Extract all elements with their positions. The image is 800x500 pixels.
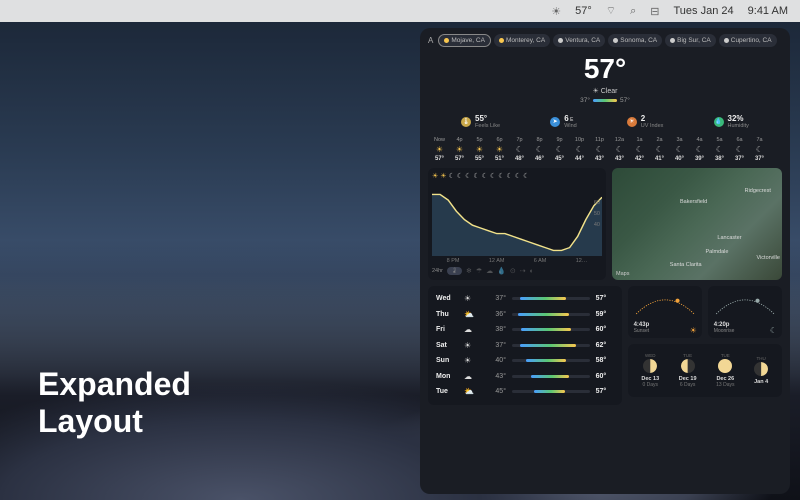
map-city-ridgecrest: Ridgecrest bbox=[745, 188, 771, 194]
daily-row[interactable]: Thu⛅36°59° bbox=[436, 307, 614, 323]
map-city-santa-clarita: Santa Clarita bbox=[670, 262, 702, 268]
control-center-icon[interactable]: ⊟ bbox=[650, 5, 659, 18]
chart-mode-icon[interactable]: ❄ bbox=[466, 267, 472, 275]
tab-ventura-ca[interactable]: Ventura, CA bbox=[553, 34, 605, 47]
chart-temp-toggle[interactable]: 🌡 bbox=[447, 267, 462, 275]
chart-controls: 24hr 🌡 ❄ ☂ ☁ 💧 ⊙ ⇢ ◐ bbox=[432, 267, 602, 275]
hourly-forecast[interactable]: Now☀57°4p☀57°5p☀55°6p☀51°7p☾48°8p☾46°9p☾… bbox=[428, 137, 782, 162]
current-conditions: 57° ☀ Clear 37°57° bbox=[428, 53, 782, 104]
font-size-control[interactable]: A bbox=[428, 36, 433, 45]
menubar-temp[interactable]: 57° bbox=[575, 5, 592, 17]
metric-icon: 🌡 bbox=[461, 117, 471, 127]
metric-icon: ☀ bbox=[627, 117, 637, 127]
tab-monterey-ca[interactable]: Monterey, CA bbox=[494, 34, 550, 47]
sun-icon bbox=[444, 38, 449, 43]
moon-icon bbox=[670, 38, 675, 43]
map-city-palmdale: Palmdale bbox=[706, 249, 729, 255]
hour-cell: 5a☾38° bbox=[710, 137, 729, 162]
moon-icon bbox=[558, 38, 563, 43]
tab-sonoma-ca[interactable]: Sonoma, CA bbox=[608, 34, 662, 47]
map-city-victorville: Victorville bbox=[757, 255, 780, 261]
moon-icon bbox=[613, 38, 618, 43]
wifi-icon[interactable]: ⌔ bbox=[606, 4, 616, 18]
metric-icon: ➤ bbox=[550, 117, 560, 127]
moon-icon bbox=[724, 38, 729, 43]
metric-icon: 💧 bbox=[714, 117, 724, 127]
temp-range: 37°57° bbox=[428, 97, 782, 104]
metric-humidity[interactable]: 💧32%Humidity bbox=[714, 114, 749, 129]
daily-row[interactable]: Sun☀40°58° bbox=[436, 353, 614, 369]
hour-cell: 11p☾43° bbox=[590, 137, 609, 162]
chart-mode-icon[interactable]: ◐ bbox=[530, 268, 534, 275]
moon-phase[interactable]: TUEDec 2613 Days bbox=[716, 353, 734, 388]
weather-panel: A Mojave, CAMonterey, CAVentura, CASonom… bbox=[420, 28, 790, 494]
current-condition: ☀ Clear bbox=[428, 87, 782, 95]
sun-box-sunset[interactable]: 4:43pSunset☀ bbox=[628, 286, 702, 338]
hour-cell: 1a☾42° bbox=[630, 137, 649, 162]
maps-label: Maps bbox=[616, 271, 629, 277]
sun-icon bbox=[499, 38, 504, 43]
moon-phases: WEDDec 130 Days TUEDec 196 Days TUEDec 261… bbox=[628, 344, 782, 397]
hour-cell: 10p☾44° bbox=[570, 137, 589, 162]
menubar-date[interactable]: Tues Jan 24 bbox=[674, 5, 734, 17]
weather-icon: ☀ bbox=[551, 5, 561, 18]
menubar: ☀ 57° ⌔ ⌕ ⊟ Tues Jan 24 9:41 AM bbox=[0, 0, 800, 22]
sun-moon-times: 4:43pSunset☀4:20pMoonrise☾ bbox=[628, 286, 782, 338]
hour-cell: 4a☾39° bbox=[690, 137, 709, 162]
hour-cell: 6p☀51° bbox=[490, 137, 509, 162]
chart-24hr-label: 24hr bbox=[432, 268, 443, 274]
hour-cell: Now☀57° bbox=[430, 137, 449, 162]
hour-cell: 9p☾45° bbox=[550, 137, 569, 162]
chart-svg bbox=[432, 186, 602, 256]
metric-wind[interactable]: ➤6 EWind bbox=[550, 114, 577, 129]
moon-phase[interactable]: WEDDec 130 Days bbox=[641, 353, 659, 388]
sun-box-moonrise[interactable]: 4:20pMoonrise☾ bbox=[708, 286, 782, 338]
hour-cell: 8p☾46° bbox=[530, 137, 549, 162]
metric-uv-index[interactable]: ☀2UV Index bbox=[627, 114, 664, 129]
daily-row[interactable]: Sat☀37°62° bbox=[436, 338, 614, 354]
chart-mode-icon[interactable]: ⊙ bbox=[510, 267, 516, 275]
daily-row[interactable]: Tue⛅45°57° bbox=[436, 384, 614, 400]
hour-cell: 3a☾40° bbox=[670, 137, 689, 162]
metrics-row: 🌡55°Feels Like ➤6 EWind ☀2UV Index 💧32%Humi… bbox=[428, 110, 782, 133]
tab-cupertino-ca[interactable]: Cupertino, CA bbox=[719, 34, 777, 47]
location-tabs: A Mojave, CAMonterey, CAVentura, CASonom… bbox=[428, 34, 782, 47]
current-temp: 57° bbox=[428, 53, 782, 85]
moon-phase[interactable]: THUJan 4 bbox=[754, 356, 768, 385]
temp-chart[interactable]: ☀☀☾☾☾☾☾☾☾☾☾☾ 605040 8 PM12 AM6 AM12… 24h… bbox=[428, 168, 606, 280]
range-bar bbox=[593, 99, 617, 102]
chart-mode-icon[interactable]: ☁ bbox=[486, 267, 493, 275]
chart-mode-icon[interactable]: ⇢ bbox=[520, 267, 526, 275]
chart-mode-icon[interactable]: 💧 bbox=[497, 267, 506, 275]
menubar-time[interactable]: 9:41 AM bbox=[748, 5, 788, 17]
hour-cell: 6a☾37° bbox=[730, 137, 749, 162]
hour-cell: 4p☀57° bbox=[450, 137, 469, 162]
tab-mojave-ca[interactable]: Mojave, CA bbox=[438, 34, 491, 47]
chart-mode-icon[interactable]: ☂ bbox=[476, 267, 482, 275]
daily-forecast: Wed☀37°57°Thu⛅36°59°Fri☁38°60°Sat☀37°62°… bbox=[428, 286, 622, 405]
chart-xaxis: 8 PM12 AM6 AM12… bbox=[432, 258, 602, 264]
hour-cell: 12a☾43° bbox=[610, 137, 629, 162]
map-city-bakersfield: Bakersfield bbox=[680, 199, 707, 205]
daily-row[interactable]: Wed☀37°57° bbox=[436, 291, 614, 307]
hour-cell: 7p☾48° bbox=[510, 137, 529, 162]
metric-feels-like[interactable]: 🌡55°Feels Like bbox=[461, 114, 500, 129]
chart-mini-icons: ☀☀☾☾☾☾☾☾☾☾☾☾ bbox=[432, 172, 602, 182]
moon-phase[interactable]: TUEDec 196 Days bbox=[679, 353, 697, 388]
search-icon[interactable]: ⌕ bbox=[630, 5, 636, 18]
hour-cell: 5p☀55° bbox=[470, 137, 489, 162]
hour-cell: 7a☾37° bbox=[750, 137, 769, 162]
daily-row[interactable]: Fri☁38°60° bbox=[436, 322, 614, 338]
weather-map[interactable]: Maps Bakersfield Ridgecrest Lancaster Palmd… bbox=[612, 168, 782, 280]
daily-row[interactable]: Mon☁43°60° bbox=[436, 369, 614, 385]
hour-cell: 2a☾41° bbox=[650, 137, 669, 162]
map-city-lancaster: Lancaster bbox=[717, 235, 741, 241]
headline: Expanded Layout bbox=[38, 366, 191, 440]
tab-big-sur-ca[interactable]: Big Sur, CA bbox=[665, 34, 716, 47]
